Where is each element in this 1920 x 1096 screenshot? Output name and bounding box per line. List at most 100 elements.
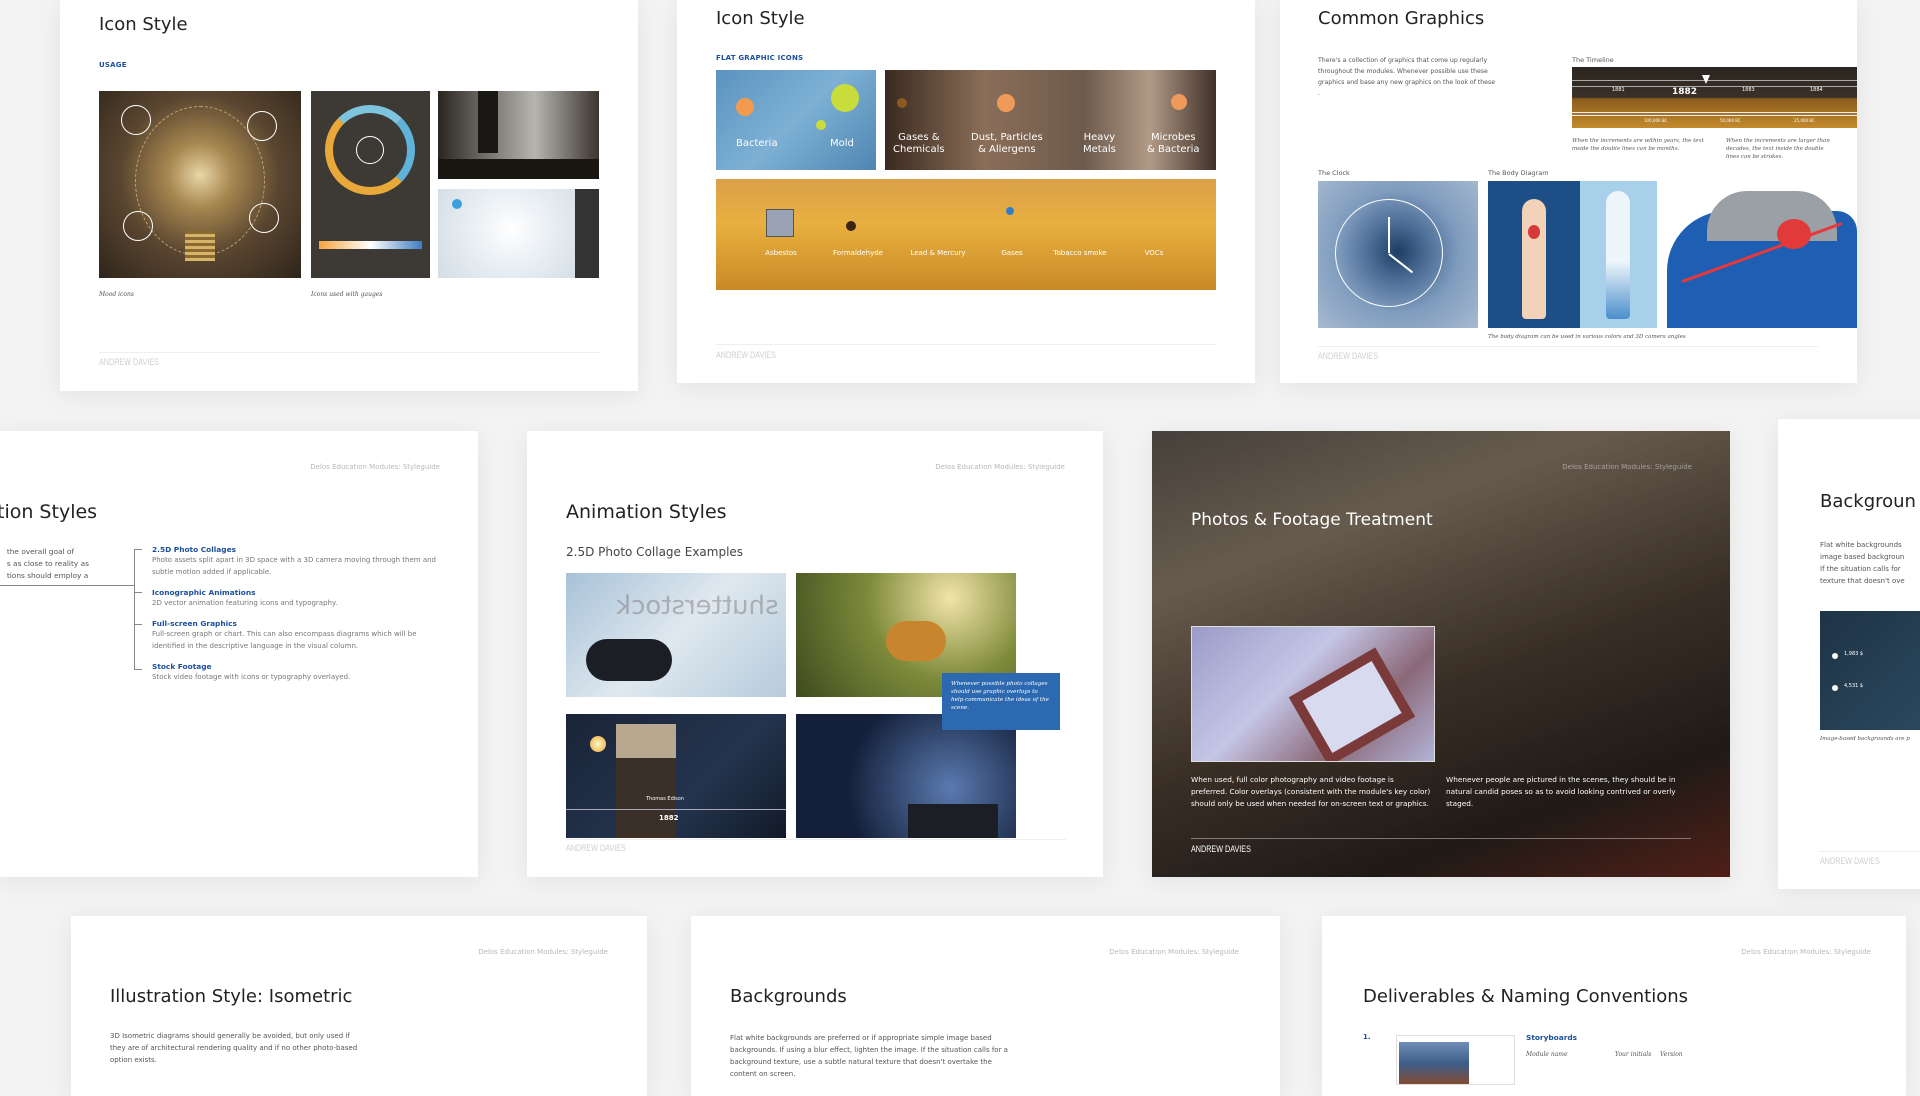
caption: Icons used with gauges [311,291,383,298]
author-footer: ANDREW DAVIES [716,350,776,360]
timeline-bc: 25,000 BC [1794,118,1815,123]
item-heading: Stock Footage [152,662,212,671]
list-item: Full-screen Graphics Full-screen graph or… [152,619,442,662]
body-diagram-dark [1488,181,1580,328]
intro-text: the overall goal of s as close to realit… [7,546,89,582]
icon-label: Tobacco smoke [1053,249,1107,257]
intro-line: tions should employ a [6,571,89,580]
timeline-year: 1884 [1810,87,1823,93]
list-item: Iconographic Animations 2D vector animati… [152,588,442,619]
slide-animation-styles-overview[interactable]: Delos Education Modules: Styleguide tion… [0,431,478,877]
animation-type-list: 2.5D Photo Collages Photo assets split ap… [152,545,442,683]
timeline-name: Thomas Edison [646,796,684,802]
slide-animation-styles[interactable]: Delos Education Modules: Styleguide Anim… [527,431,1103,877]
author-footer: ANDREW DAVIES [566,843,626,853]
item-heading: 2.5D Photo Collages [152,545,236,554]
naming-field: Version [1660,1051,1683,1058]
mood-icon [247,111,277,141]
slide-photos-footage[interactable]: Delos Education Modules: Styleguide Phot… [1152,431,1730,877]
text-line: texture that doesn't ove [1820,577,1905,585]
item-heading: Iconographic Animations [152,588,256,597]
item-desc: Full-screen graph or chart. This can als… [152,630,417,650]
icon-label: Microbes & Bacteria [1147,132,1200,155]
storyboard-thumbnail [1396,1035,1515,1085]
slide-title: Photos & Footage Treatment [1191,510,1433,530]
bracket-connector [0,585,134,586]
overlay-note-box: Whenever possible photo collages should … [942,673,1060,730]
timeline-image: 1881 1882 1883 1884 100,000 BC 50,000 BC… [1572,67,1857,128]
slide-backgrounds-partial[interactable]: Backgroun Flat white backgrounds image b… [1778,419,1920,889]
timeline-label: The Timeline [1572,56,1614,64]
timeline-year: 1881 [1612,87,1625,93]
collage-student [796,714,1016,838]
intro-line: s as close to reality as [6,559,89,568]
footer-divider [716,344,1216,345]
body-diagram-3d [1657,181,1857,328]
slide-icon-style-usage[interactable]: Icon Style USAGE Mood icons Icons used w… [60,0,638,391]
text-line: Flat white backgrounds [1820,541,1902,549]
slide-icon-style-flat[interactable]: Icon Style FLAT GRAPHIC ICONS Bacteria M… [677,0,1255,383]
icon-label: Formaldehyde [833,249,883,257]
slide-illustration-isometric[interactable]: Delos Education Modules: Styleguide Illu… [71,916,647,1096]
icon-label: Heavy Metals [1083,132,1116,155]
slide-header: Delos Education Modules: Styleguide [1562,463,1692,471]
overlay-laptop-image [1191,626,1435,762]
slide-title: Backgroun [1820,491,1916,512]
timeline-caption: When the increments are larger than deca… [1726,138,1830,160]
section-label: FLAT GRAPHIC ICONS [716,54,804,62]
collage-edison: Thomas Edison 1882 [566,714,786,838]
mood-icon [249,203,279,233]
sun-icon [356,136,384,164]
item-heading: Full-screen Graphics [152,619,237,628]
mist-gauge-image [438,189,599,278]
item-desc: Photo assets split apart in 3D space wit… [152,556,436,576]
slide-header: Delos Education Modules: Styleguide [1109,948,1239,956]
slide-header: Delos Education Modules: Styleguide [310,463,440,471]
stat-value: 1,983 $ [1844,651,1864,657]
icon-label: Lead & Mercury [910,249,966,257]
slide-title: Backgrounds [730,986,847,1007]
body-text: Flat white backgrounds image based backg… [1820,539,1905,587]
mood-icon [123,211,153,241]
slide-title: Deliverables & Naming Conventions [1363,986,1689,1007]
window-gauge-image [438,91,599,179]
caption: Mood icons [99,291,134,298]
body-text: 3D Isometric diagrams should generally b… [110,1032,358,1064]
gauge-image [311,91,430,278]
slide-title: Icon Style [99,14,188,35]
slide-subtitle: 2.5D Photo Collage Examples [566,545,744,559]
list-item: Stock Footage Stock video footage with ic… [152,662,442,683]
timeline-marker-icon [1702,75,1710,84]
timeline-bc: 50,000 BC [1720,118,1741,123]
caption: Image-based backgrounds are p [1820,736,1910,742]
icon-panel-bacteria-mold: Bacteria Mold [716,70,876,170]
footer-divider [1191,838,1691,839]
body-diagram-light [1580,181,1657,328]
timeline-year: 1882 [659,814,679,822]
slide-common-graphics[interactable]: Common Graphics There's a collection of … [1280,0,1857,383]
footer-divider [99,352,599,353]
slide-title: Illustration Style: Isometric [110,986,353,1007]
item-desc: 2D vector animation featuring icons and … [152,599,338,607]
icon-panel-pollutants: Gases & Chemicals Dust, Particles & Alle… [885,70,1216,170]
timeline-bc: 100,000 BC [1644,118,1668,123]
icon-label: VOCs [1144,249,1164,257]
slide-title: Common Graphics [1318,8,1485,29]
slide-title: tion Styles [0,501,98,523]
slide-deliverables[interactable]: Delos Education Modules: Styleguide Deli… [1322,916,1906,1096]
slide-header: Delos Education Modules: Styleguide [935,463,1065,471]
body-diagram-caption: The body diagram can be used in various … [1488,334,1686,340]
intro-line: the overall goal of [6,547,75,556]
icon-label: Mold [830,138,854,149]
slide-backgrounds[interactable]: Delos Education Modules: Styleguide Back… [691,916,1280,1096]
author-footer: ANDREW DAVIES [99,357,159,367]
timeline-year: 1883 [1742,87,1755,93]
body-text: Flat white backgrounds are preferred or … [730,1034,1008,1078]
footer-divider [1318,346,1818,347]
list-item: 2.5D Photo Collages Photo assets split ap… [152,545,442,588]
intro-text: There's a collection of graphics that co… [1318,57,1496,97]
naming-field: Module name [1526,1051,1568,1058]
icon-label: Gases [1001,249,1023,257]
timeline-caption: When the increments are within years, th… [1572,138,1704,152]
mood-icons-bulb-image [99,91,301,278]
